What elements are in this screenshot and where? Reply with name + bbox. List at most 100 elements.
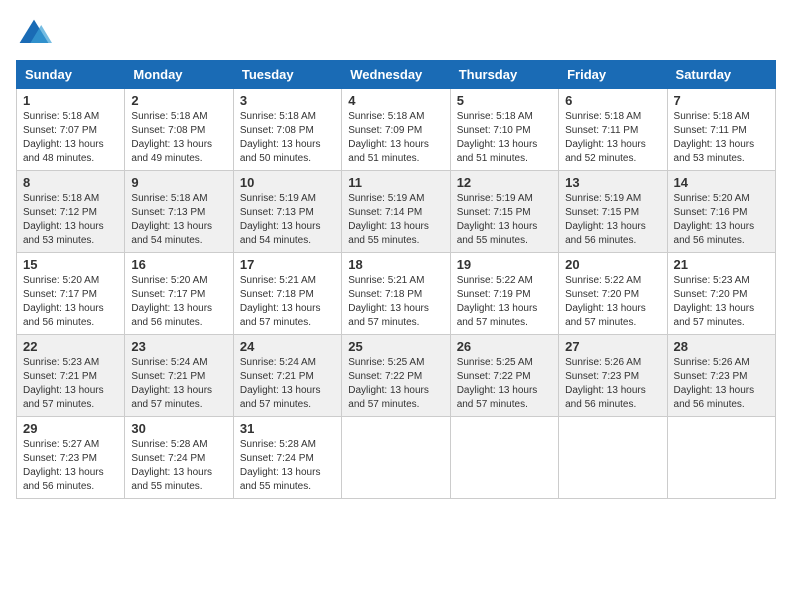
calendar-cell: 22 Sunrise: 5:23 AM Sunset: 7:21 PM Dayl…	[17, 335, 125, 417]
day-info: Sunrise: 5:25 AM Sunset: 7:22 PM Dayligh…	[457, 356, 552, 412]
day-info: Sunrise: 5:23 AM Sunset: 7:20 PM Dayligh…	[674, 274, 769, 330]
calendar-cell: 27 Sunrise: 5:26 AM Sunset: 7:23 PM Dayl…	[559, 335, 667, 417]
day-number: 22	[23, 339, 118, 354]
calendar-cell	[342, 417, 450, 499]
day-number: 31	[240, 421, 335, 436]
day-info: Sunrise: 5:19 AM Sunset: 7:13 PM Dayligh…	[240, 192, 335, 248]
calendar-cell: 13 Sunrise: 5:19 AM Sunset: 7:15 PM Dayl…	[559, 171, 667, 253]
calendar-cell: 19 Sunrise: 5:22 AM Sunset: 7:19 PM Dayl…	[450, 253, 558, 335]
calendar-cell: 6 Sunrise: 5:18 AM Sunset: 7:11 PM Dayli…	[559, 89, 667, 171]
calendar-cell: 24 Sunrise: 5:24 AM Sunset: 7:21 PM Dayl…	[233, 335, 341, 417]
calendar-cell: 12 Sunrise: 5:19 AM Sunset: 7:15 PM Dayl…	[450, 171, 558, 253]
day-info: Sunrise: 5:24 AM Sunset: 7:21 PM Dayligh…	[131, 356, 226, 412]
day-info: Sunrise: 5:23 AM Sunset: 7:21 PM Dayligh…	[23, 356, 118, 412]
day-info: Sunrise: 5:18 AM Sunset: 7:12 PM Dayligh…	[23, 192, 118, 248]
header-wednesday: Wednesday	[342, 61, 450, 89]
day-number: 25	[348, 339, 443, 354]
day-info: Sunrise: 5:28 AM Sunset: 7:24 PM Dayligh…	[240, 438, 335, 494]
header-saturday: Saturday	[667, 61, 775, 89]
day-info: Sunrise: 5:20 AM Sunset: 7:16 PM Dayligh…	[674, 192, 769, 248]
day-info: Sunrise: 5:26 AM Sunset: 7:23 PM Dayligh…	[674, 356, 769, 412]
day-number: 13	[565, 175, 660, 190]
day-info: Sunrise: 5:20 AM Sunset: 7:17 PM Dayligh…	[23, 274, 118, 330]
day-number: 2	[131, 93, 226, 108]
day-number: 4	[348, 93, 443, 108]
calendar-week-4: 22 Sunrise: 5:23 AM Sunset: 7:21 PM Dayl…	[17, 335, 776, 417]
day-number: 24	[240, 339, 335, 354]
calendar-week-1: 1 Sunrise: 5:18 AM Sunset: 7:07 PM Dayli…	[17, 89, 776, 171]
calendar-cell	[559, 417, 667, 499]
day-number: 23	[131, 339, 226, 354]
day-number: 12	[457, 175, 552, 190]
calendar-cell: 2 Sunrise: 5:18 AM Sunset: 7:08 PM Dayli…	[125, 89, 233, 171]
day-info: Sunrise: 5:19 AM Sunset: 7:14 PM Dayligh…	[348, 192, 443, 248]
logo	[16, 16, 56, 52]
header-tuesday: Tuesday	[233, 61, 341, 89]
day-info: Sunrise: 5:18 AM Sunset: 7:11 PM Dayligh…	[565, 110, 660, 166]
day-number: 29	[23, 421, 118, 436]
day-number: 28	[674, 339, 769, 354]
calendar-cell: 31 Sunrise: 5:28 AM Sunset: 7:24 PM Dayl…	[233, 417, 341, 499]
calendar-cell: 28 Sunrise: 5:26 AM Sunset: 7:23 PM Dayl…	[667, 335, 775, 417]
calendar-header-row: SundayMondayTuesdayWednesdayThursdayFrid…	[17, 61, 776, 89]
day-number: 8	[23, 175, 118, 190]
calendar-cell: 4 Sunrise: 5:18 AM Sunset: 7:09 PM Dayli…	[342, 89, 450, 171]
logo-icon	[16, 16, 52, 52]
calendar-cell: 7 Sunrise: 5:18 AM Sunset: 7:11 PM Dayli…	[667, 89, 775, 171]
day-number: 3	[240, 93, 335, 108]
calendar-cell: 23 Sunrise: 5:24 AM Sunset: 7:21 PM Dayl…	[125, 335, 233, 417]
day-info: Sunrise: 5:18 AM Sunset: 7:11 PM Dayligh…	[674, 110, 769, 166]
day-info: Sunrise: 5:22 AM Sunset: 7:19 PM Dayligh…	[457, 274, 552, 330]
calendar-cell: 17 Sunrise: 5:21 AM Sunset: 7:18 PM Dayl…	[233, 253, 341, 335]
page-header	[16, 16, 776, 52]
calendar-cell: 5 Sunrise: 5:18 AM Sunset: 7:10 PM Dayli…	[450, 89, 558, 171]
day-number: 20	[565, 257, 660, 272]
calendar-cell: 29 Sunrise: 5:27 AM Sunset: 7:23 PM Dayl…	[17, 417, 125, 499]
day-number: 10	[240, 175, 335, 190]
calendar-cell: 10 Sunrise: 5:19 AM Sunset: 7:13 PM Dayl…	[233, 171, 341, 253]
day-info: Sunrise: 5:22 AM Sunset: 7:20 PM Dayligh…	[565, 274, 660, 330]
calendar-cell: 18 Sunrise: 5:21 AM Sunset: 7:18 PM Dayl…	[342, 253, 450, 335]
calendar-cell: 11 Sunrise: 5:19 AM Sunset: 7:14 PM Dayl…	[342, 171, 450, 253]
day-number: 16	[131, 257, 226, 272]
day-number: 26	[457, 339, 552, 354]
day-number: 7	[674, 93, 769, 108]
day-number: 18	[348, 257, 443, 272]
header-friday: Friday	[559, 61, 667, 89]
day-info: Sunrise: 5:21 AM Sunset: 7:18 PM Dayligh…	[348, 274, 443, 330]
calendar-table: SundayMondayTuesdayWednesdayThursdayFrid…	[16, 60, 776, 499]
calendar-cell: 30 Sunrise: 5:28 AM Sunset: 7:24 PM Dayl…	[125, 417, 233, 499]
day-info: Sunrise: 5:21 AM Sunset: 7:18 PM Dayligh…	[240, 274, 335, 330]
day-info: Sunrise: 5:18 AM Sunset: 7:09 PM Dayligh…	[348, 110, 443, 166]
day-info: Sunrise: 5:18 AM Sunset: 7:08 PM Dayligh…	[131, 110, 226, 166]
header-sunday: Sunday	[17, 61, 125, 89]
calendar-cell: 26 Sunrise: 5:25 AM Sunset: 7:22 PM Dayl…	[450, 335, 558, 417]
calendar-cell: 9 Sunrise: 5:18 AM Sunset: 7:13 PM Dayli…	[125, 171, 233, 253]
calendar-cell: 8 Sunrise: 5:18 AM Sunset: 7:12 PM Dayli…	[17, 171, 125, 253]
day-info: Sunrise: 5:18 AM Sunset: 7:10 PM Dayligh…	[457, 110, 552, 166]
calendar-cell	[667, 417, 775, 499]
header-monday: Monday	[125, 61, 233, 89]
day-info: Sunrise: 5:26 AM Sunset: 7:23 PM Dayligh…	[565, 356, 660, 412]
calendar-cell: 20 Sunrise: 5:22 AM Sunset: 7:20 PM Dayl…	[559, 253, 667, 335]
day-number: 15	[23, 257, 118, 272]
day-info: Sunrise: 5:19 AM Sunset: 7:15 PM Dayligh…	[565, 192, 660, 248]
calendar-week-2: 8 Sunrise: 5:18 AM Sunset: 7:12 PM Dayli…	[17, 171, 776, 253]
day-info: Sunrise: 5:19 AM Sunset: 7:15 PM Dayligh…	[457, 192, 552, 248]
day-number: 30	[131, 421, 226, 436]
day-number: 14	[674, 175, 769, 190]
day-number: 1	[23, 93, 118, 108]
day-info: Sunrise: 5:24 AM Sunset: 7:21 PM Dayligh…	[240, 356, 335, 412]
calendar-cell: 15 Sunrise: 5:20 AM Sunset: 7:17 PM Dayl…	[17, 253, 125, 335]
day-number: 27	[565, 339, 660, 354]
day-info: Sunrise: 5:18 AM Sunset: 7:13 PM Dayligh…	[131, 192, 226, 248]
calendar-week-3: 15 Sunrise: 5:20 AM Sunset: 7:17 PM Dayl…	[17, 253, 776, 335]
calendar-cell	[450, 417, 558, 499]
day-info: Sunrise: 5:18 AM Sunset: 7:07 PM Dayligh…	[23, 110, 118, 166]
calendar-cell: 1 Sunrise: 5:18 AM Sunset: 7:07 PM Dayli…	[17, 89, 125, 171]
day-number: 21	[674, 257, 769, 272]
day-number: 19	[457, 257, 552, 272]
calendar-cell: 14 Sunrise: 5:20 AM Sunset: 7:16 PM Dayl…	[667, 171, 775, 253]
day-number: 17	[240, 257, 335, 272]
calendar-cell: 21 Sunrise: 5:23 AM Sunset: 7:20 PM Dayl…	[667, 253, 775, 335]
